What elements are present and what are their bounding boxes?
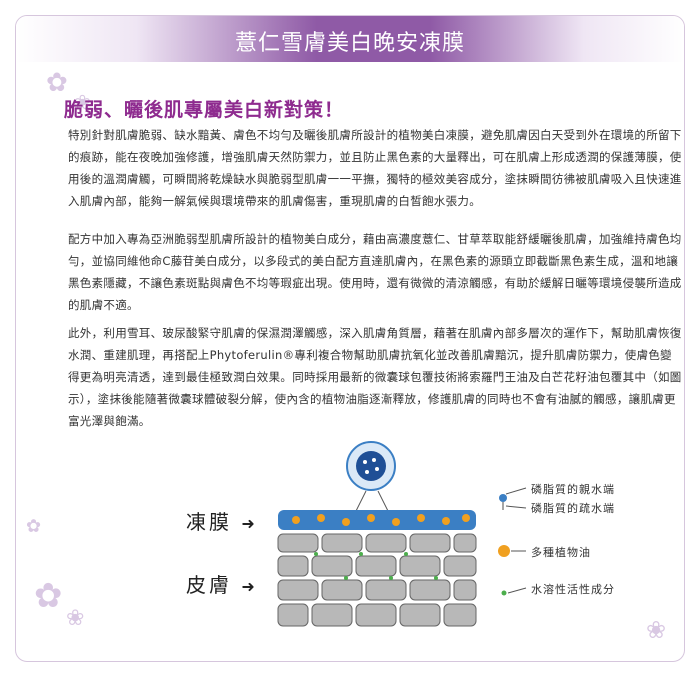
legend-active-ingredient: 水溶性活性成分 <box>531 583 615 596</box>
flower-decoration-icon: ✿ <box>46 68 68 98</box>
skin-diagram: 凍膜 ➜ 皮膚 ➜ 磷脂質的親水端 磷脂質的疏水端 多種植物油 水溶性活性成分 <box>16 436 684 661</box>
legend-plant-oils: 多種植物油 <box>531 546 591 559</box>
banner-title: 薏仁雪膚美白晚安凍膜 <box>234 31 465 56</box>
microcapsule-icon <box>346 441 396 512</box>
legend-active-icon <box>501 587 527 596</box>
paragraph-2: 配方中加入專為亞洲脆弱型肌膚所設計的植物美白成分，藉由高濃度薏仁、甘草萃取能舒緩… <box>68 232 682 312</box>
legend-hydrophilic-icon <box>499 487 527 510</box>
paragraph-3: 此外，利用雪耳、玻尿酸緊守肌膚的保濕潤澤觸感，深入肌膚角質層，藉著在肌膚內部多層… <box>68 326 682 428</box>
legend-hydrophobic: 磷脂質的疏水端 <box>531 502 615 515</box>
legend-oil-icon <box>498 545 526 557</box>
content-frame: 薏仁雪膚美白晚安凍膜 ✿ ❀ ✿ ❀ ✿ ❀ 脆弱、曬後肌專屬美白新對策！ 特別… <box>15 15 685 662</box>
headline: 脆弱、曬後肌專屬美白新對策！ <box>64 99 345 121</box>
title-banner: 薏仁雪膚美白晚安凍膜 <box>16 16 684 62</box>
legend-hydrophilic: 磷脂質的親水端 <box>531 483 615 496</box>
paragraph-1: 特別針對肌膚脆弱、缺水黯黃、膚色不均勻及曬後肌膚所設計的植物美白凍膜，避免肌膚因… <box>68 128 682 208</box>
